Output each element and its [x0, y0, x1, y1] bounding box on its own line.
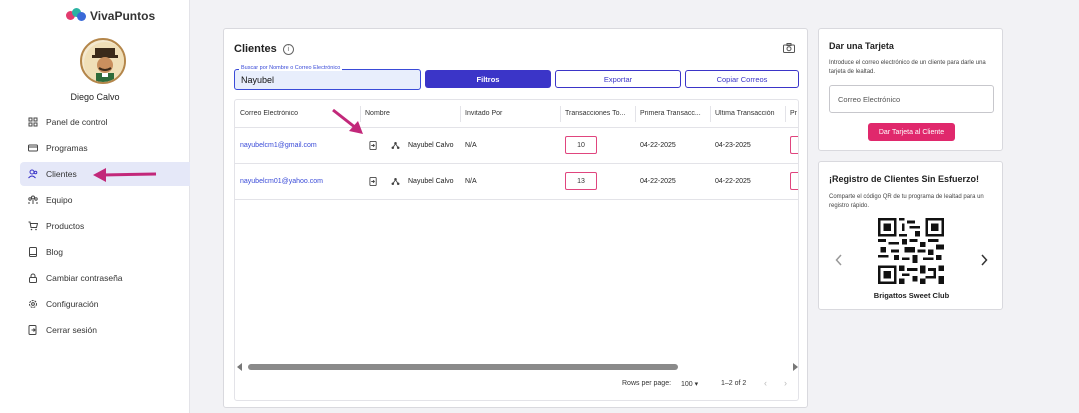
page-title: Clientes i — [234, 43, 294, 55]
annotation-arrow-icon — [332, 108, 363, 134]
client-email[interactable]: nayubelcm1@gmail.com — [240, 142, 317, 149]
rows-per-page-value: 100 — [681, 381, 693, 388]
grid-icon — [28, 117, 38, 127]
give-card-panel: Dar una Tarjeta Introduce el correo elec… — [818, 28, 1003, 151]
network-icon[interactable] — [391, 177, 400, 186]
horizontal-scrollbar[interactable] — [235, 362, 798, 372]
sidebar-item-cambiar-contrasena[interactable]: Cambiar contraseña — [20, 266, 190, 290]
book-icon — [29, 247, 37, 257]
sidebar-item-panel[interactable]: Panel de control — [20, 110, 190, 134]
program-name: Brigattos Sweet Club — [873, 291, 950, 300]
brand-name: VivaPuntos — [90, 9, 156, 23]
search-value: Nayubel — [241, 75, 275, 85]
sidebar-item-label: Cambiar contraseña — [46, 273, 123, 283]
qr-code — [878, 218, 944, 284]
sidebar-item-label: Productos — [46, 221, 85, 231]
card-icon — [28, 144, 38, 152]
sidebar-item-configuracion[interactable]: Configuración — [20, 292, 190, 316]
clients-table: Correo Electrónico Nombre Invitado Por T… — [234, 99, 799, 401]
column-header-last[interactable]: Ultima Transacción — [715, 110, 785, 117]
transactions-badge[interactable]: 13 — [565, 172, 597, 190]
sidebar-item-programas[interactable]: Programas — [20, 136, 190, 160]
next-page-icon[interactable]: › — [784, 378, 787, 388]
sidebar-item-label: Panel de control — [46, 117, 108, 127]
team-icon — [28, 195, 38, 204]
sidebar-item-label: Clientes — [46, 169, 77, 179]
login-icon[interactable] — [369, 141, 378, 150]
transactions-badge[interactable]: 10 — [565, 136, 597, 154]
email-placeholder: Correo Electrónico — [838, 95, 901, 104]
camera-icon[interactable] — [783, 43, 795, 53]
sidebar-item-label: Configuración — [46, 299, 99, 309]
search-input[interactable]: Buscar por Nombre o Correo Electrónico N… — [234, 65, 421, 90]
give-card-description: Introduce el correo electrónico de un cl… — [829, 60, 986, 75]
copy-emails-button[interactable]: Copiar Correos — [685, 70, 799, 88]
email-field[interactable]: Correo Electrónico — [829, 85, 994, 113]
column-header-invited[interactable]: Invitado Por — [465, 110, 555, 117]
last-transaction: 04-23-2025 — [715, 142, 751, 149]
search-label: Buscar por Nombre o Correo Electrónico — [239, 65, 343, 71]
users-icon — [28, 169, 38, 179]
give-card-title: Dar una Tarjeta — [829, 41, 894, 51]
sidebar-item-productos[interactable]: Productos — [20, 214, 190, 238]
sidebar-item-equipo[interactable]: Equipo — [20, 188, 190, 212]
clients-title: Clientes — [234, 43, 277, 55]
registration-panel: ¡Registro de Clientes Sin Esfuerzo! Comp… — [818, 161, 1003, 310]
truncated-cell[interactable] — [790, 172, 798, 190]
column-header-name[interactable]: Nombre — [365, 110, 455, 117]
scroll-right-icon[interactable] — [793, 363, 798, 371]
sidebar-item-label: Blog — [46, 247, 64, 257]
filter-button[interactable]: Filtros — [425, 70, 551, 88]
sidebar-item-cerrar-sesion[interactable]: Cerrar sesión — [20, 318, 190, 342]
registration-description: Comparte el código QR de tu programa de … — [829, 194, 984, 209]
chevron-down-icon: ▾ — [694, 381, 699, 388]
network-icon[interactable] — [391, 141, 400, 150]
chevron-right-icon[interactable] — [980, 254, 988, 266]
gear-icon — [29, 300, 37, 308]
client-email[interactable]: nayubelcm01@yahoo.com — [240, 178, 323, 185]
brand-logo-icon — [66, 8, 86, 24]
cart-icon — [28, 221, 38, 231]
table-row[interactable]: nayubelcm01@yahoo.com Nayubel Calvo N/A … — [235, 164, 798, 200]
user-name: Diego Calvo — [70, 92, 120, 102]
scroll-left-icon[interactable] — [237, 363, 242, 371]
sidebar: VivaPuntos Diego Calvo Panel de control … — [0, 0, 190, 413]
client-name: Nayubel Calvo — [408, 178, 454, 185]
scroll-thumb[interactable] — [248, 364, 678, 370]
rows-per-page-label: Rows per page: — [622, 380, 672, 387]
column-header-first[interactable]: Primera Transacc... — [640, 110, 708, 117]
client-name: Nayubel Calvo — [408, 142, 454, 149]
info-icon[interactable]: i — [282, 43, 294, 55]
truncated-cell[interactable] — [790, 136, 798, 154]
chevron-left-icon[interactable] — [835, 254, 843, 266]
clients-card: Clientes i Buscar por Nombre o Correo El… — [223, 28, 808, 408]
pagination-range: 1–2 of 2 — [721, 380, 747, 387]
prev-page-icon[interactable]: ‹ — [764, 378, 767, 388]
sidebar-item-label: Equipo — [46, 195, 73, 205]
table-header: Correo Electrónico Nombre Invitado Por T… — [235, 100, 798, 128]
sidebar-nav: Panel de control Programas Clientes Equi… — [20, 110, 190, 344]
export-button[interactable]: Exportar — [555, 70, 681, 88]
sidebar-item-label: Programas — [46, 143, 88, 153]
client-invited-by: N/A — [465, 178, 477, 185]
lock-icon — [29, 273, 37, 283]
rows-per-page-select[interactable]: 100 ▾ — [681, 380, 698, 388]
last-transaction: 04-22-2025 — [715, 178, 751, 185]
column-header-truncated[interactable]: Pr — [790, 110, 798, 117]
give-card-button[interactable]: Dar Tarjeta al Cliente — [868, 123, 955, 141]
avatar[interactable] — [80, 38, 126, 84]
annotation-arrow-icon — [93, 168, 157, 182]
first-transaction: 04-22-2025 — [640, 142, 676, 149]
column-header-transactions[interactable]: Transacciones To... — [565, 110, 635, 117]
registration-title: ¡Registro de Clientes Sin Esfuerzo! — [829, 174, 980, 184]
first-transaction: 04-22-2025 — [640, 178, 676, 185]
brand[interactable]: VivaPuntos — [66, 8, 155, 24]
client-invited-by: N/A — [465, 142, 477, 149]
sidebar-item-blog[interactable]: Blog — [20, 240, 190, 264]
login-icon[interactable] — [369, 177, 378, 186]
logout-icon — [28, 325, 37, 335]
sidebar-item-label: Cerrar sesión — [46, 325, 98, 335]
table-row[interactable]: nayubelcm1@gmail.com Nayubel Calvo N/A 1… — [235, 128, 798, 164]
